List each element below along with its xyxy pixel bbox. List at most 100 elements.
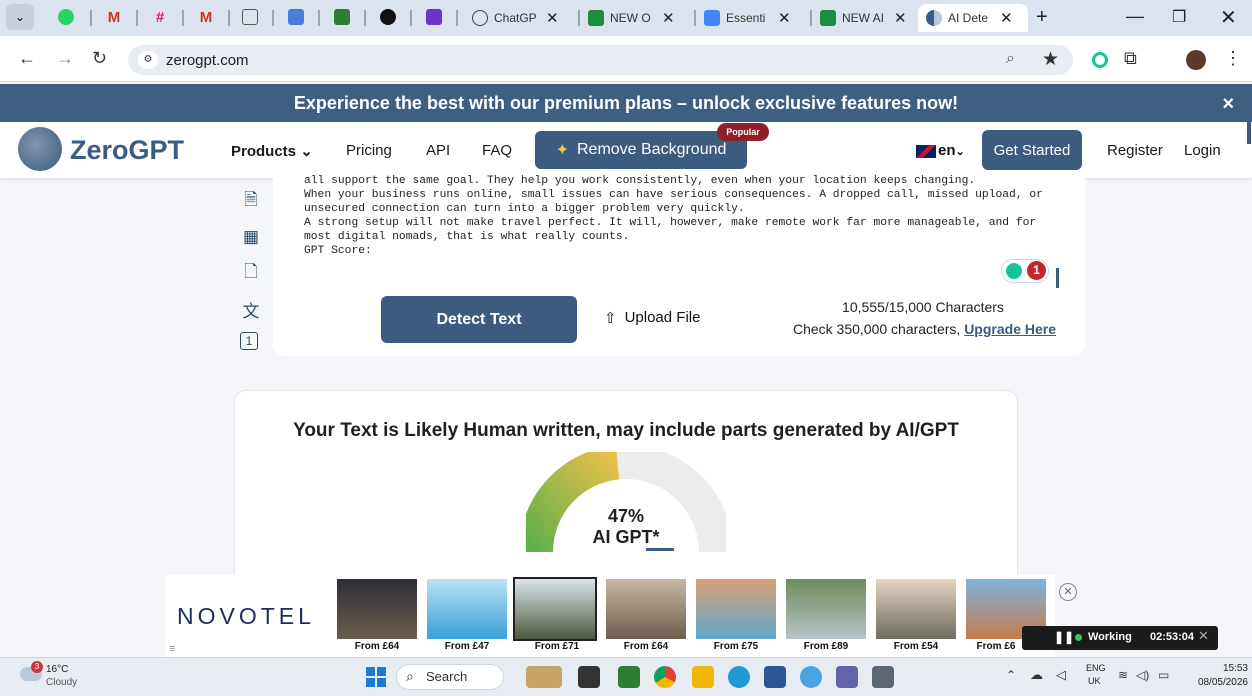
menu-icon[interactable]: ⋮ <box>1224 48 1242 69</box>
tab-separator <box>228 10 230 26</box>
site-info-icon[interactable]: ⚙ <box>138 51 158 69</box>
pinned-tab-whatsapp[interactable] <box>52 4 80 30</box>
pinned-tab-app-2[interactable] <box>420 4 448 30</box>
clock-time[interactable]: 15:53 <box>1200 663 1248 674</box>
bookmark-star-icon[interactable]: ★ <box>1042 48 1059 71</box>
pinned-tab-slack[interactable]: # <box>146 4 174 30</box>
close-window-button[interactable]: ✕ <box>1220 5 1237 30</box>
login-link[interactable]: Login <box>1184 142 1221 159</box>
back-button[interactable]: ← <box>18 48 36 69</box>
tab-search-button[interactable]: ⌄ <box>6 4 34 30</box>
tab-sheets-2[interactable]: NEW AI ✕ <box>812 4 918 32</box>
file-explorer-icon[interactable] <box>692 666 714 688</box>
word-icon[interactable] <box>764 666 786 688</box>
close-icon[interactable]: ✕ <box>1198 628 1209 644</box>
doc-check-icon[interactable]: 🗋 <box>240 262 262 284</box>
pinned-tab-app[interactable] <box>282 4 310 30</box>
pause-icon[interactable]: ❚❚ <box>1054 630 1074 644</box>
page-scrollbar[interactable] <box>1247 122 1251 144</box>
register-link[interactable]: Register <box>1107 142 1163 159</box>
sheets-icon <box>588 10 604 26</box>
tab-separator <box>364 10 366 26</box>
app-icon <box>426 9 442 25</box>
sparkle-icon: ✦ <box>555 142 569 159</box>
ad-hotel-image[interactable] <box>606 579 686 639</box>
close-icon[interactable]: ✕ <box>894 9 907 27</box>
recorder-time: 02:53:04 <box>1150 631 1195 643</box>
tab-sheets[interactable]: NEW O ✕ <box>580 4 692 32</box>
profile-avatar[interactable] <box>1186 50 1206 70</box>
chevron-down-icon: ⌄ <box>955 146 965 158</box>
nav-api[interactable]: API <box>426 142 450 159</box>
calculator-icon[interactable] <box>872 666 894 688</box>
ad-menu-icon[interactable]: ≡ <box>169 643 175 655</box>
tab-separator <box>182 10 184 26</box>
ad-hotel-image[interactable] <box>337 579 417 639</box>
ad-price: From £47 <box>444 641 490 652</box>
editor-scrollbar[interactable] <box>1056 268 1059 288</box>
minimize-button[interactable]: — <box>1126 6 1144 27</box>
restore-button[interactable]: ❐ <box>1172 7 1186 27</box>
ad-close-icon[interactable]: ✕ <box>1059 583 1077 601</box>
pinned-tab-doc[interactable] <box>236 4 264 30</box>
volume-icon[interactable]: ◁) <box>1136 668 1149 682</box>
brain-logo-icon <box>18 127 62 171</box>
weather-temp[interactable]: 16°C <box>46 664 68 675</box>
forward-button[interactable]: → <box>56 48 74 69</box>
detect-text-button[interactable]: Detect Text <box>381 296 577 343</box>
upgrade-link[interactable]: Upgrade Here <box>964 321 1056 337</box>
omnibox[interactable] <box>128 45 1073 75</box>
chevron-up-icon[interactable]: ⌃ <box>1006 668 1016 682</box>
chrome-icon[interactable] <box>654 666 676 688</box>
windows-start-icon[interactable] <box>366 667 386 687</box>
language-selector[interactable]: en⌄ <box>938 142 965 159</box>
app-icon[interactable] <box>618 666 640 688</box>
ad-brand[interactable]: NOVOTEL <box>177 603 315 630</box>
tab-docs[interactable]: Essenti ✕ <box>696 4 808 32</box>
zoom-icon[interactable]: ⌕ <box>1006 50 1015 68</box>
pinned-tab-gmail[interactable]: M <box>100 4 128 30</box>
remove-background-button[interactable]: ✦ Remove Background <box>535 131 747 169</box>
lang-top[interactable]: ENG <box>1086 663 1106 673</box>
new-tab-button[interactable]: + <box>1036 6 1048 29</box>
ad-hotel-image[interactable] <box>876 579 956 639</box>
wifi-icon[interactable]: ≋ <box>1118 668 1128 682</box>
translate-icon[interactable]: 文 <box>240 298 262 321</box>
document-list-icon[interactable]: 🗎 <box>240 190 262 212</box>
task-view-icon[interactable] <box>578 666 600 688</box>
battery-icon[interactable]: ▭ <box>1158 668 1169 682</box>
ad-hotel-image[interactable] <box>786 579 866 639</box>
close-icon[interactable]: ✕ <box>662 9 675 27</box>
nav-faq[interactable]: FAQ <box>482 142 512 159</box>
close-icon[interactable]: ✕ <box>546 9 559 27</box>
close-icon[interactable]: ✕ <box>778 9 791 27</box>
extensions-icon[interactable]: ⧉ <box>1124 48 1137 69</box>
document-icon <box>242 9 258 25</box>
get-started-button[interactable]: Get Started <box>982 130 1082 170</box>
upload-file-button[interactable]: ⇧ Upload File <box>604 309 700 327</box>
onedrive-icon[interactable]: ☁ <box>1030 667 1043 683</box>
ad-hotel-image[interactable] <box>513 577 597 641</box>
nav-pricing[interactable]: Pricing <box>346 142 392 159</box>
edge-icon[interactable] <box>728 666 750 688</box>
pinned-tab-calendar[interactable] <box>328 4 356 30</box>
counter-icon[interactable]: 1 <box>240 332 258 350</box>
app-icon[interactable] <box>800 666 822 688</box>
reload-button[interactable]: ↻ <box>92 48 107 69</box>
widget-icon[interactable] <box>526 666 562 688</box>
ad-hotel-image[interactable] <box>427 579 507 639</box>
ad-hotel-image[interactable] <box>696 579 776 639</box>
pinned-tab-upwork[interactable] <box>374 4 402 30</box>
nav-products[interactable]: Products ⌄ <box>231 142 313 160</box>
teams-icon[interactable] <box>836 666 858 688</box>
tab-ai-detector[interactable]: AI Dete ✕ <box>918 4 1028 32</box>
location-icon[interactable]: ◁ <box>1056 667 1066 683</box>
promo-close-button[interactable]: × <box>1222 93 1234 116</box>
ad-price: From £64 <box>354 641 400 652</box>
close-icon[interactable]: ✕ <box>1000 9 1013 27</box>
tab-chatgpt[interactable]: ChatGP ✕ <box>464 4 576 32</box>
pinned-tab-gmail-2[interactable]: M <box>192 4 220 30</box>
site-logo[interactable]: ZeroGPT <box>70 135 184 166</box>
grammarly-icon[interactable] <box>1092 52 1108 68</box>
translate-doc-icon[interactable]: ▦ <box>240 226 262 248</box>
